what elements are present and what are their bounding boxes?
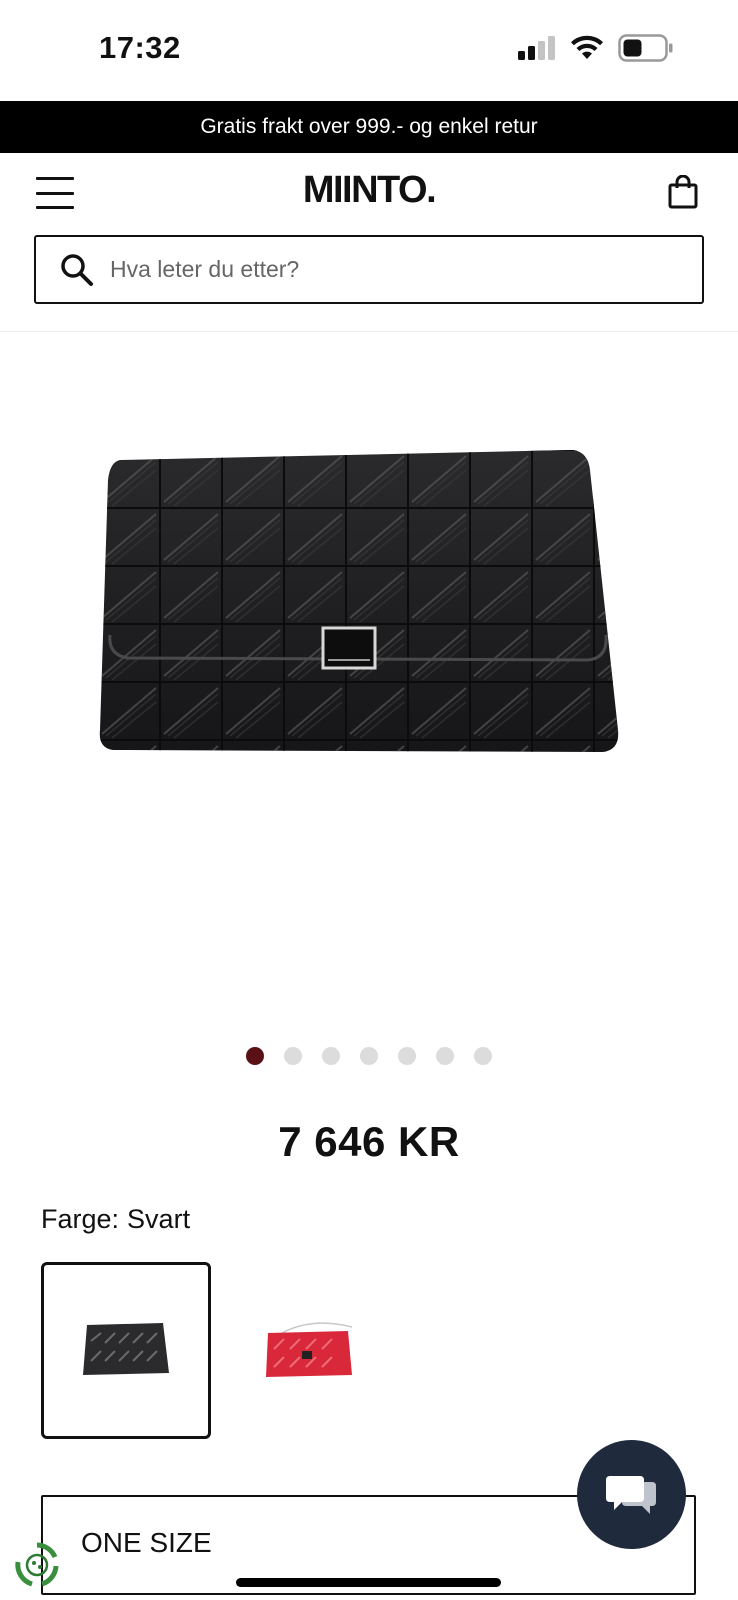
carousel-dot[interactable] [322,1047,340,1065]
miinto-logo[interactable]: MIINTO. [0,169,738,212]
shopping-bag-icon[interactable] [668,175,698,209]
status-icons [518,34,674,62]
search-icon [61,253,93,286]
eco-recycle-badge-icon[interactable] [12,1540,62,1590]
carousel-dot[interactable] [398,1047,416,1065]
color-label: Farge: Svart [41,1204,190,1235]
wifi-icon [571,35,603,59]
black-bag-thumbnail [83,1322,169,1375]
promo-banner[interactable]: Gratis frakt over 999.- og enkel retur [0,101,738,153]
carousel-dot[interactable] [360,1047,378,1065]
status-time: 17:32 [99,30,181,65]
product-price: 7 646 KR [278,1118,460,1165]
image-carousel-dots [0,1047,738,1065]
search-input[interactable] [110,256,670,283]
search-bar[interactable] [34,235,704,304]
product-image-black-quilted-bag[interactable] [98,450,638,810]
color-label-prefix: Farge: [41,1204,120,1234]
header-divider [0,331,738,332]
color-swatch-black[interactable] [41,1262,211,1439]
site-header: MIINTO. [0,153,738,233]
home-indicator[interactable] [236,1578,501,1587]
color-swatch-red[interactable] [225,1262,395,1439]
red-bag-thumbnail [266,1321,353,1377]
carousel-dot[interactable] [284,1047,302,1065]
carousel-dot[interactable] [246,1047,264,1065]
carousel-dot[interactable] [436,1047,454,1065]
cellular-signal-icon [518,36,555,60]
battery-icon [618,34,673,62]
size-value: ONE SIZE [81,1527,212,1558]
chat-support-button[interactable] [577,1440,686,1549]
status-bar: 17:32 [0,0,738,101]
selected-color-name: Svart [127,1204,191,1234]
carousel-dot[interactable] [474,1047,492,1065]
chat-bubbles-icon [605,1475,656,1514]
